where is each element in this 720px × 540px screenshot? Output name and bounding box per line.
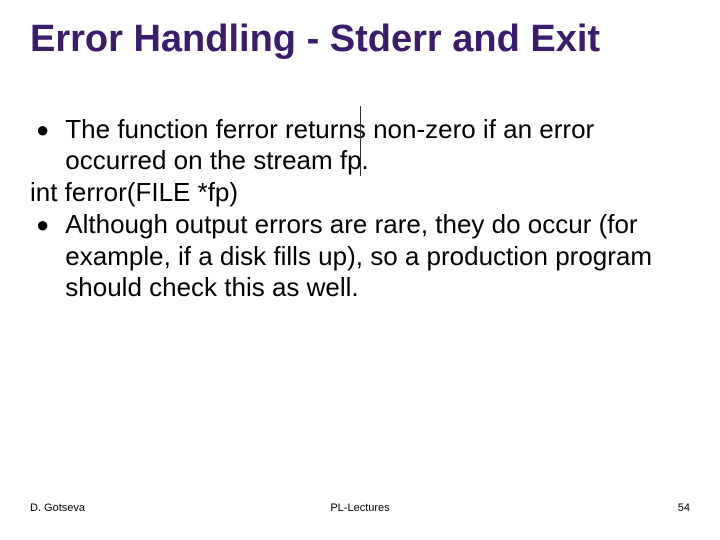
footer-author: D. Gotseva [30, 502, 85, 514]
bullet-dot-icon: ● [36, 114, 49, 146]
slide-title: Error Handling - Stderr and Exit [30, 18, 690, 62]
page-number: 54 [678, 502, 690, 514]
bullet-item: ● Although output errors are rare, they … [36, 209, 690, 304]
bullet-text: Although output errors are rare, they do… [65, 209, 690, 304]
footer-title: PL-Lectures [30, 502, 690, 514]
bullet-item: ● The function ferror returns non-zero i… [36, 114, 690, 177]
code-line: int ferror(FILE *fp) [30, 177, 690, 209]
title-divider [360, 106, 361, 176]
bullet-text: The function ferror returns non-zero if … [65, 114, 690, 177]
bullet-dot-icon: ● [36, 209, 49, 241]
footer: D. Gotseva PL-Lectures 54 [30, 502, 690, 514]
slide: Error Handling - Stderr and Exit ● The f… [0, 0, 720, 540]
